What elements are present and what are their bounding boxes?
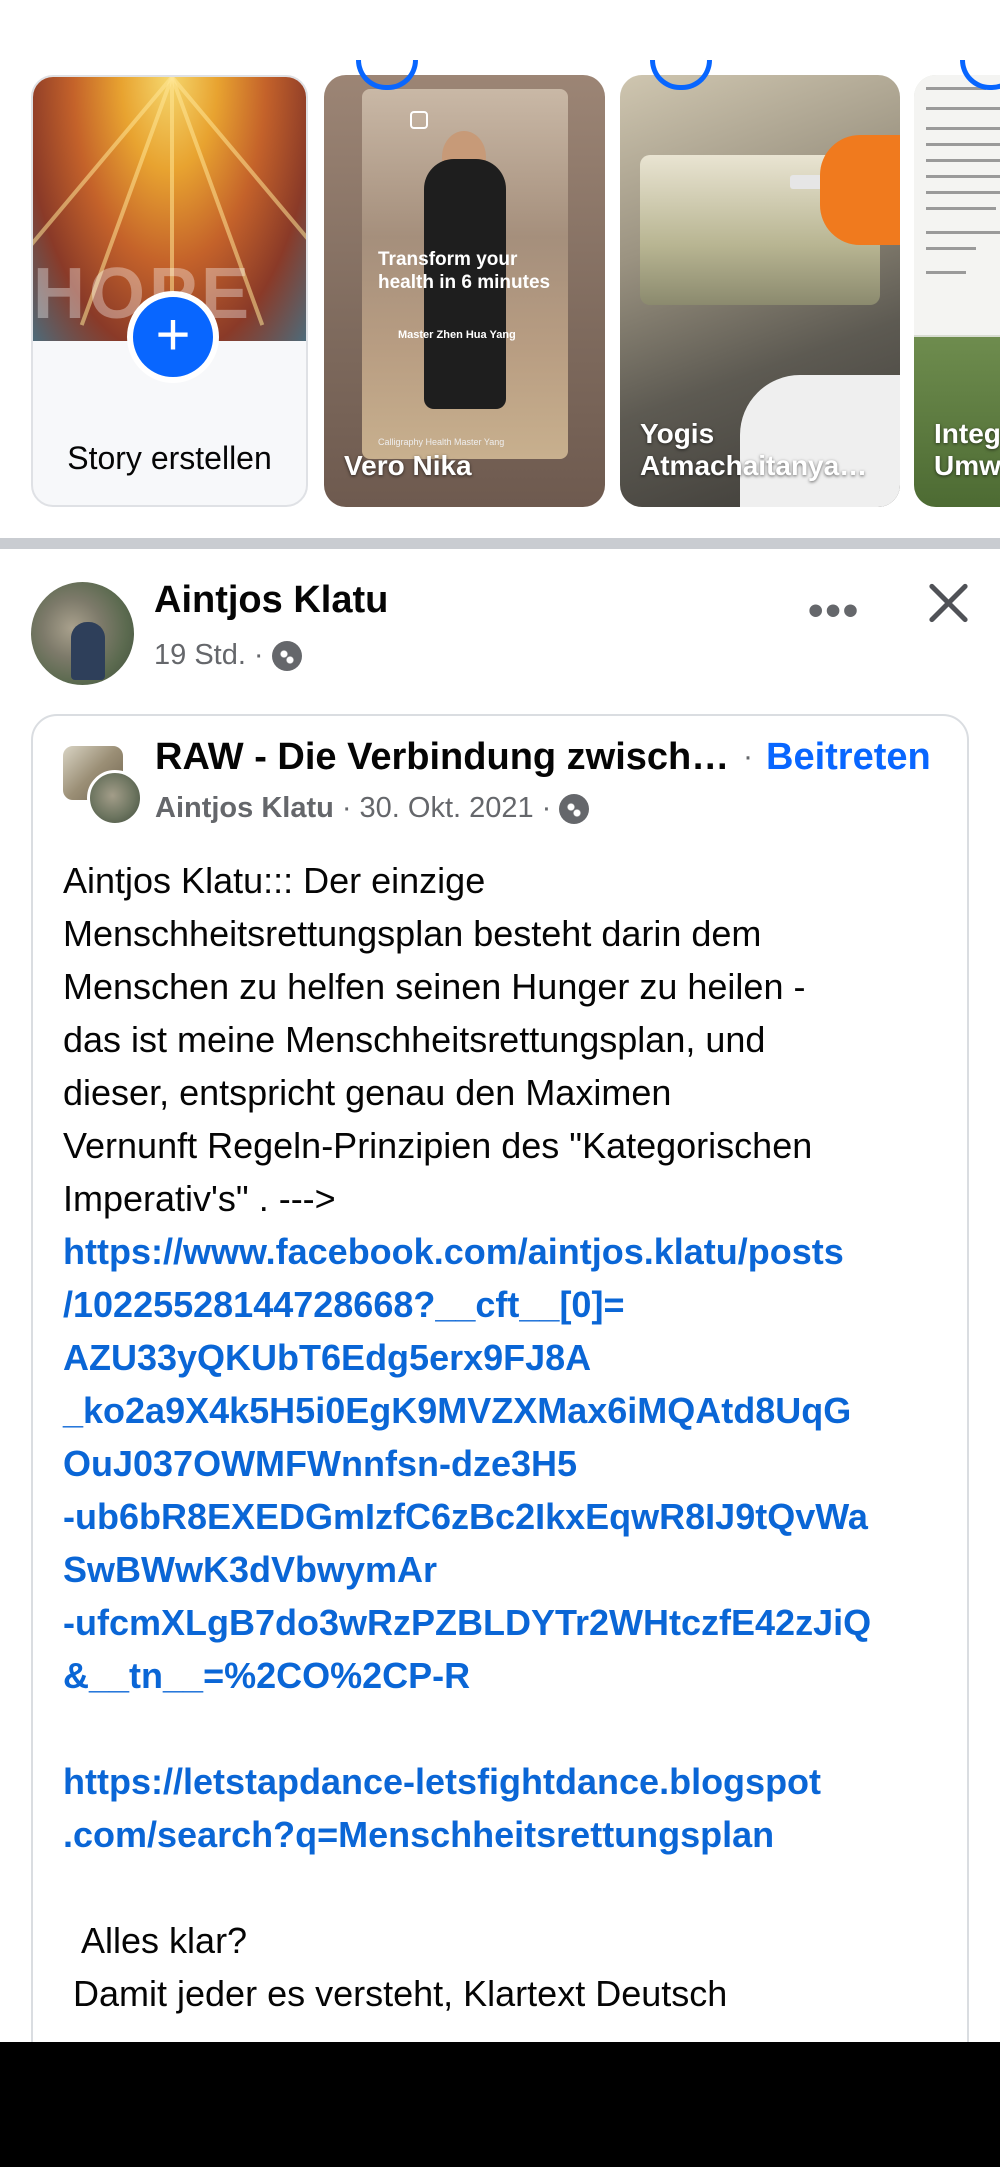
group-avatar[interactable] bbox=[61, 744, 143, 826]
post-text-line: Imperativ's" . ---> bbox=[63, 1178, 336, 1219]
story-poster-title: Transform your health in 6 minutes bbox=[378, 249, 551, 293]
post-text-line: Damit jeder es versteht, Klartext Deutsc… bbox=[63, 1973, 728, 2014]
join-separator: · bbox=[743, 740, 753, 773]
link-line[interactable]: https://www.facebook.com/aintjos.klatu/p… bbox=[63, 1225, 963, 1278]
story-card-yogis[interactable]: Yogis Atmachaitanya… bbox=[620, 75, 900, 507]
link-line[interactable]: AZU33yQKUbT6Edg5erx9FJ8A bbox=[63, 1331, 963, 1384]
link-line[interactable]: &__tn__=%2CO%2CP-R bbox=[63, 1649, 963, 1702]
close-icon[interactable] bbox=[922, 577, 974, 629]
create-story-label: Story erstellen bbox=[67, 440, 272, 476]
post-meta: 19 Std. · bbox=[154, 639, 302, 672]
author-name[interactable]: Aintjos Klatu bbox=[154, 579, 388, 622]
post-body: Aintjos Klatu::: Der einzige Menschheits… bbox=[63, 854, 963, 2020]
section-divider bbox=[0, 538, 1000, 549]
story-card-vero-nika[interactable]: Transform your health in 6 minutes Maste… bbox=[324, 75, 605, 507]
link-line[interactable]: https://letstapdance-letsfightdance.blog… bbox=[63, 1755, 963, 1808]
stories-tray: HOPE + Story erstellen Transform your he… bbox=[0, 0, 1000, 538]
shared-meta: Aintjos Klatu · 30. Okt. 2021 · bbox=[155, 792, 590, 825]
feed-post: Aintjos Klatu 19 Std. · ••• RAW - Die Ve… bbox=[0, 549, 1000, 2042]
post-text-line: Alles klar? bbox=[63, 1920, 248, 1961]
group-name[interactable]: RAW - Die Verbindung zwisch… bbox=[155, 736, 729, 779]
post-text-line: Menschheitsrettungsplan besteht darin de… bbox=[63, 913, 762, 954]
more-icon[interactable]: ••• bbox=[808, 589, 860, 633]
create-story-card[interactable]: HOPE + Story erstellen bbox=[31, 75, 308, 507]
link-line[interactable]: _ko2a9X4k5H5i0EgK9MVZXMax6iMQAtd8UqG bbox=[63, 1384, 963, 1437]
author-avatar[interactable] bbox=[31, 582, 134, 685]
link-line[interactable]: OuJ037OWMFWnnfsn-dze3H5 bbox=[63, 1437, 963, 1490]
system-navigation-bar bbox=[0, 2042, 1000, 2167]
post-text-line: Vernunft Regeln-Prinzipien des "Kategori… bbox=[63, 1125, 813, 1166]
post-text-line: Aintjos Klatu::: Der einzige bbox=[63, 860, 486, 901]
add-story-button[interactable]: + bbox=[127, 291, 219, 383]
globe-icon bbox=[559, 793, 590, 824]
original-date[interactable]: 30. Okt. 2021 bbox=[360, 792, 534, 825]
link-line[interactable]: .com/search?q=Menschheitsrettungsplan bbox=[63, 1808, 963, 1861]
plus-icon: + bbox=[155, 301, 191, 368]
link-line[interactable]: -ufcmXLgB7do3wRzPZBLDYTr2WHtczfE42zJiQ bbox=[63, 1596, 963, 1649]
meta-separator: · bbox=[253, 639, 264, 671]
story-image bbox=[914, 75, 1000, 335]
link-line[interactable]: SwBWwK3dVbwymAr bbox=[63, 1543, 963, 1596]
story-name: Integ Umw bbox=[934, 417, 1000, 482]
story-name: Yogis Atmachaitanya… bbox=[640, 417, 868, 482]
globe-icon bbox=[271, 640, 302, 671]
post-text-line: das ist meine Menschheitsrettungsplan, u… bbox=[63, 1019, 766, 1060]
story-name: Vero Nika bbox=[344, 450, 472, 482]
blog-link[interactable]: https://letstapdance-letsfightdance.blog… bbox=[63, 1755, 963, 1861]
link-line[interactable]: /10225528144728668?__cft__[0]= bbox=[63, 1278, 963, 1331]
shared-post[interactable]: RAW - Die Verbindung zwisch… · Beitreten… bbox=[31, 714, 969, 2042]
original-author[interactable]: Aintjos Klatu bbox=[155, 792, 334, 825]
post-text-line: Menschen zu helfen seinen Hunger zu heil… bbox=[63, 966, 806, 1007]
story-poster-footer: Calligraphy Health Master Yang bbox=[378, 437, 505, 447]
post-text-line: dieser, entspricht genau den Maximen bbox=[63, 1072, 672, 1113]
post-time[interactable]: 19 Std. bbox=[154, 639, 246, 672]
story-poster-subtitle: Master Zhen Hua Yang bbox=[398, 329, 516, 341]
reel-icon bbox=[410, 111, 428, 129]
facebook-post-link[interactable]: https://www.facebook.com/aintjos.klatu/p… bbox=[63, 1225, 963, 1702]
story-card-integ[interactable]: Integ Umw bbox=[914, 75, 1000, 507]
join-group-button[interactable]: Beitreten bbox=[766, 736, 931, 779]
link-line[interactable]: -ub6bR8EXEDGmIzfC6zBc2IkxEqwR8IJ9tQvWa bbox=[63, 1490, 963, 1543]
story-image: Transform your health in 6 minutes Maste… bbox=[362, 89, 568, 459]
